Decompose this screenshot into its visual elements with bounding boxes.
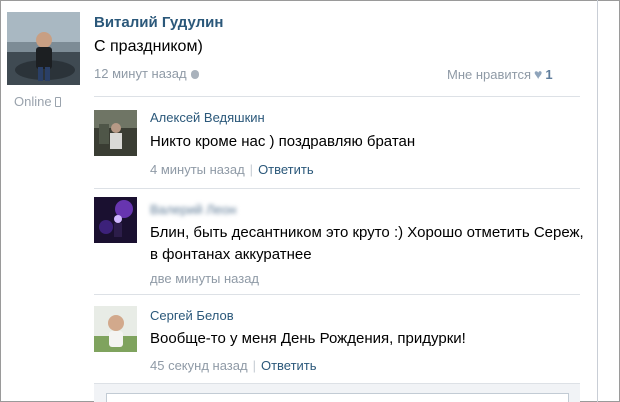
comment-time[interactable]: две минуты назад [150,271,259,286]
post-time[interactable]: 12 минут назад [94,66,187,81]
commenter-avatar[interactable] [94,306,137,352]
comment-meta: 4 минуты назад | Ответить [150,162,314,177]
page-column-border [597,0,598,402]
post-text: С праздником) [94,38,203,55]
heart-icon: ♥ [534,66,543,82]
online-status: Online [14,94,61,109]
post-author-link[interactable]: Виталий Гудулин [94,14,223,31]
online-label: Online [14,94,52,109]
mobile-phone-icon [54,97,61,107]
meta-separator: | [249,162,254,177]
comment-item: Алексей Ведяшкин Никто кроме нас ) поздр… [94,96,580,188]
comment-time[interactable]: 4 минуты назад [150,162,245,177]
like-count: 1 [545,67,553,82]
avatar-photo [94,110,137,156]
comment-meta: две минуты назад [150,271,259,286]
author-avatar[interactable] [7,12,80,85]
commenter-avatar[interactable] [94,197,137,243]
comment-text: Блин, быть десантником это круто :) Хоро… [150,224,584,263]
avatar-photo [94,197,137,243]
comment-input[interactable] [106,393,569,402]
like-label: Мне нравится [447,67,532,82]
post-meta: 12 минут назад [94,66,199,81]
comment-author-link[interactable]: Алексей Ведяшкин [150,110,265,125]
comment-meta: 45 секунд назад | Ответить [150,358,317,373]
avatar-photo [7,12,80,85]
reply-box [94,383,580,402]
comment-text: Вообще-то у меня День Рождения, придурки… [150,330,466,347]
like-button[interactable]: Мне нравится ♥ 1 [447,66,553,82]
avatar-photo [94,306,137,352]
comment-author-link[interactable]: Валерий Леон [150,202,236,217]
comment-author-link[interactable]: Сергей Белов [150,308,234,323]
comment-time[interactable]: 45 секунд назад [150,358,248,373]
comment-item: Валерий Леон Блин, быть десантником это … [94,188,584,294]
comment-text: Никто кроме нас ) поздравляю братан [150,133,416,150]
reply-link[interactable]: Ответить [258,162,314,177]
reply-link[interactable]: Ответить [261,358,317,373]
comment-item: Сергей Белов Вообще-то у меня День Рожде… [94,294,580,383]
apple-icon [190,70,199,79]
meta-separator: | [252,358,256,373]
commenter-avatar[interactable] [94,110,137,156]
